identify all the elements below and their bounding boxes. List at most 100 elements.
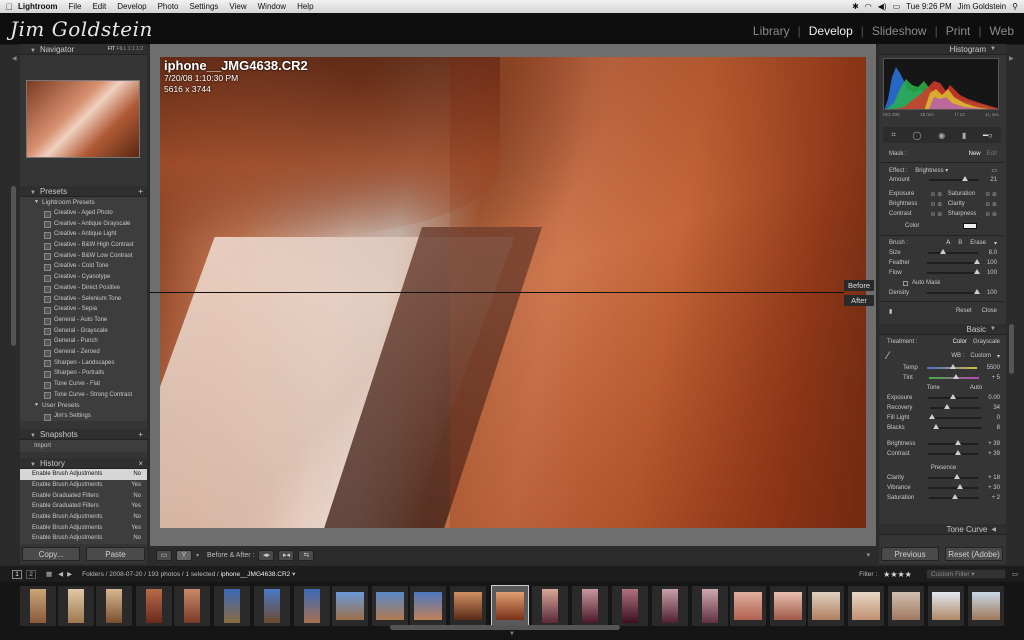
preset-item[interactable]: General - Zeroed — [20, 347, 147, 358]
filmstrip-thumbnail[interactable] — [888, 586, 924, 626]
mask-switch-icon[interactable]: ▮ — [889, 308, 892, 315]
filter-switch-icon[interactable]: ▭ — [1012, 570, 1018, 578]
reset-adobe-button[interactable]: Reset (Adobe) — [945, 547, 1003, 561]
slider-track[interactable] — [927, 249, 978, 254]
history-item[interactable]: Enable Brush Adjustments No — [20, 533, 147, 544]
filmstrip-thumbnail[interactable] — [928, 586, 964, 626]
red-eye-icon[interactable]: ◉ — [938, 131, 945, 140]
tone-curve-header[interactable]: Tone Curve ◀ — [879, 524, 1006, 535]
slider-track[interactable] — [926, 259, 980, 264]
add-snapshot-icon[interactable]: + — [138, 430, 143, 439]
history-item[interactable]: Enable Brush Adjustments Yes — [20, 480, 147, 491]
filmstrip-thumbnail[interactable] — [730, 586, 766, 626]
zoom-1-1[interactable]: 1:1 — [128, 46, 135, 52]
preset-item[interactable]: Creative - Sepia — [20, 304, 147, 315]
slider-track[interactable] — [929, 494, 980, 499]
preset-folder-lightroom[interactable]: ▼ Lightroom Presets — [20, 197, 147, 208]
tint-slider[interactable] — [929, 374, 980, 379]
histogram-header[interactable]: Histogram ▼ — [879, 44, 1006, 55]
brush-a-button[interactable]: A — [946, 240, 950, 247]
navigator-preview[interactable] — [26, 80, 140, 158]
zoom-fill[interactable]: FILL — [116, 46, 126, 52]
menu-view[interactable]: View — [229, 2, 246, 11]
preset-item[interactable]: Creative - B&W High Contrast — [20, 240, 147, 251]
filmstrip-thumbnail[interactable] — [491, 585, 529, 627]
mask-effect-stepper[interactable]: ⊖ ⊕ — [931, 201, 943, 208]
filmstrip-thumbnail[interactable] — [968, 586, 1004, 626]
spotlight-icon[interactable]: ⚲ — [1012, 2, 1018, 11]
slider-value[interactable]: 100 — [987, 270, 997, 276]
preset-item[interactable]: Creative - Antique Grayscale — [20, 218, 147, 229]
basic-header[interactable]: Basic ▼ — [879, 324, 1006, 335]
filmstrip-thumbnail[interactable] — [58, 586, 94, 626]
window-2-button[interactable]: 2 — [26, 569, 36, 579]
mask-effect-left[interactable]: Contrast — [889, 211, 925, 217]
filmstrip-thumbnail[interactable] — [214, 586, 250, 626]
filmstrip-toggle-icon[interactable]: ▼ — [509, 631, 515, 637]
density-slider[interactable] — [926, 289, 980, 294]
filmstrip-thumbnail[interactable] — [96, 586, 132, 626]
menu-file[interactable]: File — [69, 2, 82, 11]
mask-effect-right[interactable]: Saturation — [948, 191, 980, 197]
filmstrip-scrollbar[interactable] — [390, 625, 620, 630]
mask-effect-stepper[interactable]: ⊖ ⊕ — [985, 191, 997, 198]
effect-dropdown[interactable]: Brightness — [915, 168, 943, 174]
slider-track[interactable] — [927, 450, 978, 455]
slider-value[interactable]: + 30 — [988, 485, 1000, 491]
dropdown-icon[interactable]: ▾ — [196, 552, 199, 559]
mask-effect-stepper[interactable]: ⊖ ⊕ — [985, 211, 997, 218]
module-print[interactable]: Print — [946, 24, 971, 38]
mask-effect-stepper[interactable]: ⊖ ⊕ — [931, 191, 943, 198]
filmstrip-thumbnail[interactable] — [136, 586, 172, 626]
copy-after-to-before-button[interactable]: ▸◂ — [278, 549, 295, 561]
module-library[interactable]: Library — [753, 24, 790, 38]
graduated-filter-icon[interactable]: ▮ — [962, 131, 966, 140]
slider-track[interactable] — [927, 474, 978, 479]
swap-before-after-button[interactable]: ⇆ — [298, 549, 315, 561]
filmstrip-path[interactable]: Folders / 2008-07-20 / 193 photos / 1 se… — [82, 571, 220, 578]
preset-item[interactable]: Creative - Antique Light — [20, 229, 147, 240]
slider-value[interactable]: 8 — [997, 425, 1000, 431]
preset-item[interactable]: Creative - Direct Positive — [20, 283, 147, 294]
battery-icon[interactable]: ▭ — [893, 2, 901, 11]
preset-item[interactable]: Tone Curve - Strong Contrast — [20, 389, 147, 400]
history-item[interactable]: Enable Graduated Filters No — [20, 490, 147, 501]
snapshot-item[interactable]: Import — [20, 440, 147, 452]
menu-window[interactable]: Window — [258, 2, 286, 11]
slider-value[interactable]: 100 — [987, 260, 997, 266]
slider-track[interactable] — [931, 424, 982, 429]
slider-value[interactable]: 0 — [997, 415, 1000, 421]
amount-slider[interactable] — [928, 176, 979, 181]
preset-item[interactable]: Sharpen - Landscapes — [20, 357, 147, 368]
history-item[interactable]: Enable Brush Adjustments Yes — [20, 522, 147, 533]
preset-item[interactable]: Creative - Aged Photo — [20, 208, 147, 219]
filmstrip-thumbnail[interactable] — [532, 586, 568, 626]
left-panel-toggle-icon[interactable]: ◀ — [12, 55, 17, 62]
preset-item[interactable]: Creative - Cyanotype — [20, 272, 147, 283]
slider-value[interactable]: 34 — [993, 405, 1000, 411]
menu-edit[interactable]: Edit — [92, 2, 106, 11]
preset-item[interactable]: General - Auto Tone — [20, 315, 147, 326]
filmstrip-thumbnail[interactable] — [254, 586, 290, 626]
mask-effect-left[interactable]: Exposure — [889, 191, 925, 197]
back-arrow-icon[interactable]: ◀ — [58, 570, 63, 578]
treatment-grayscale-button[interactable]: Grayscale — [973, 339, 1000, 345]
top-panel-toggle-icon[interactable]: ▲ — [509, 45, 514, 51]
history-item[interactable]: Enable Graduated Filters Yes — [20, 501, 147, 512]
wb-dropdown[interactable]: Custom — [970, 353, 991, 360]
wifi-icon[interactable]: ◠ — [865, 2, 872, 11]
before-after-view-button[interactable]: Y — [176, 549, 192, 561]
mask-effect-right[interactable]: Clarity — [948, 201, 980, 207]
history-item[interactable]: Enable Brush Adjustments No — [20, 469, 147, 480]
filmstrip-thumbnail[interactable] — [692, 586, 728, 626]
preset-item[interactable]: Tone Curve - Flat — [20, 379, 147, 390]
treatment-color-button[interactable]: Color — [953, 339, 967, 345]
histogram-chart[interactable] — [883, 58, 999, 110]
slider-track[interactable] — [927, 440, 978, 445]
menubar-user[interactable]: Jim Goldstein — [958, 2, 1006, 11]
navigator-header[interactable]: ▼ Navigator FIT FILL 1:1 1:2 — [20, 44, 147, 55]
forward-arrow-icon[interactable]: ▶ — [67, 570, 72, 578]
bluetooth-icon[interactable]: ✱ — [852, 2, 859, 11]
mask-effect-stepper[interactable]: ⊖ ⊕ — [931, 211, 943, 218]
mask-effect-left[interactable]: Brightness — [889, 201, 925, 207]
